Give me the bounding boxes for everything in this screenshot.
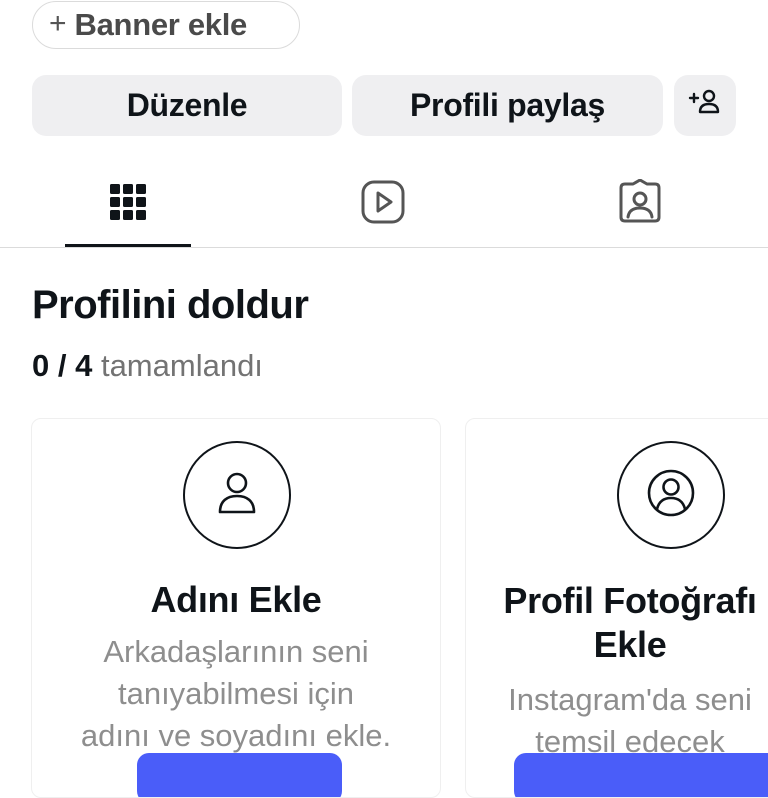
profile-tabs [0,160,768,248]
add-banner-button[interactable]: + Banner ekle [32,1,300,49]
share-profile-button[interactable]: Profili paylaş [352,75,663,136]
card-description: Arkadaşlarının seni tanıyabilmesi için a… [80,634,392,753]
grid-icon [109,183,147,226]
completion-count: 0 / 4 [32,348,93,383]
edit-profile-button[interactable]: Düzenle [32,75,342,136]
add-person-button[interactable] [674,75,736,136]
card-description: Instagram'da seni temsil edecek [508,682,752,759]
tab-tagged[interactable] [577,160,703,248]
tab-posts-grid[interactable] [65,160,191,248]
add-name-card[interactable]: Adını Ekle Arkadaşlarının seni tanıyabil… [31,418,441,798]
tab-reels[interactable] [320,160,446,248]
add-name-cta-button[interactable] [137,753,342,797]
profile-completion-progress: 0 / 4 tamamlandı [32,348,263,384]
user-icon [212,468,262,523]
profile-completion-title: Profilini doldur [32,283,309,327]
active-tab-indicator [65,244,191,247]
add-profile-photo-card[interactable]: Profil Fotoğrafı Ekle Instagram'da seni … [465,418,768,798]
card-title: Profil Fotoğrafı Ekle [503,580,757,665]
tagged-portrait-icon [617,178,663,230]
plus-icon: + [49,6,67,40]
completion-status: tamamlandı [100,348,263,383]
card-title: Adını Ekle [150,579,322,620]
card-icon-circle [183,441,291,549]
card-icon-circle [617,441,725,549]
add-photo-cta-button[interactable] [514,753,768,797]
profile-photo-icon [645,467,697,524]
add-person-icon [688,87,722,125]
reels-play-icon [360,179,406,230]
add-banner-label: Banner ekle [74,7,248,42]
